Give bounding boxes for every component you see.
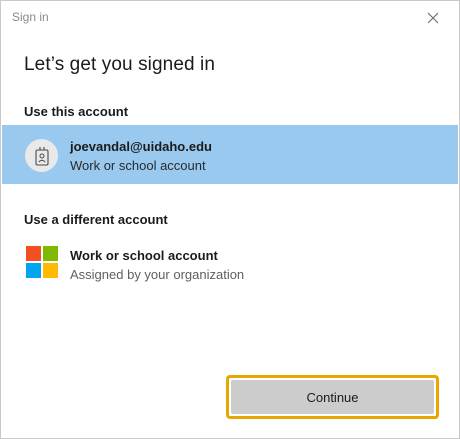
account-option-subtitle: Assigned by your organization [70, 267, 245, 282]
account-option-title: Work or school account [70, 248, 218, 263]
page-title: Let’s get you signed in [24, 54, 216, 75]
sign-in-dialog: Sign in Let’s get you signed in Use this… [0, 0, 460, 439]
account-type: Work or school account [70, 158, 206, 173]
microsoft-logo-icon [26, 246, 58, 278]
close-button[interactable] [415, 3, 451, 33]
account-email: joevandal@uidaho.edu [70, 139, 212, 154]
badge-icon [34, 146, 49, 166]
account-item-work-school[interactable]: Work or school account Assigned by your … [2, 234, 458, 293]
title-bar: Sign in [1, 1, 459, 34]
avatar [25, 139, 58, 172]
account-item-current[interactable]: joevandal@uidaho.edu Work or school acco… [2, 125, 458, 184]
window-title: Sign in [12, 10, 49, 24]
continue-button[interactable]: Continue [231, 380, 434, 414]
use-this-account-label: Use this account [24, 104, 129, 119]
use-different-account-label: Use a different account [24, 212, 168, 227]
close-icon [427, 12, 439, 24]
